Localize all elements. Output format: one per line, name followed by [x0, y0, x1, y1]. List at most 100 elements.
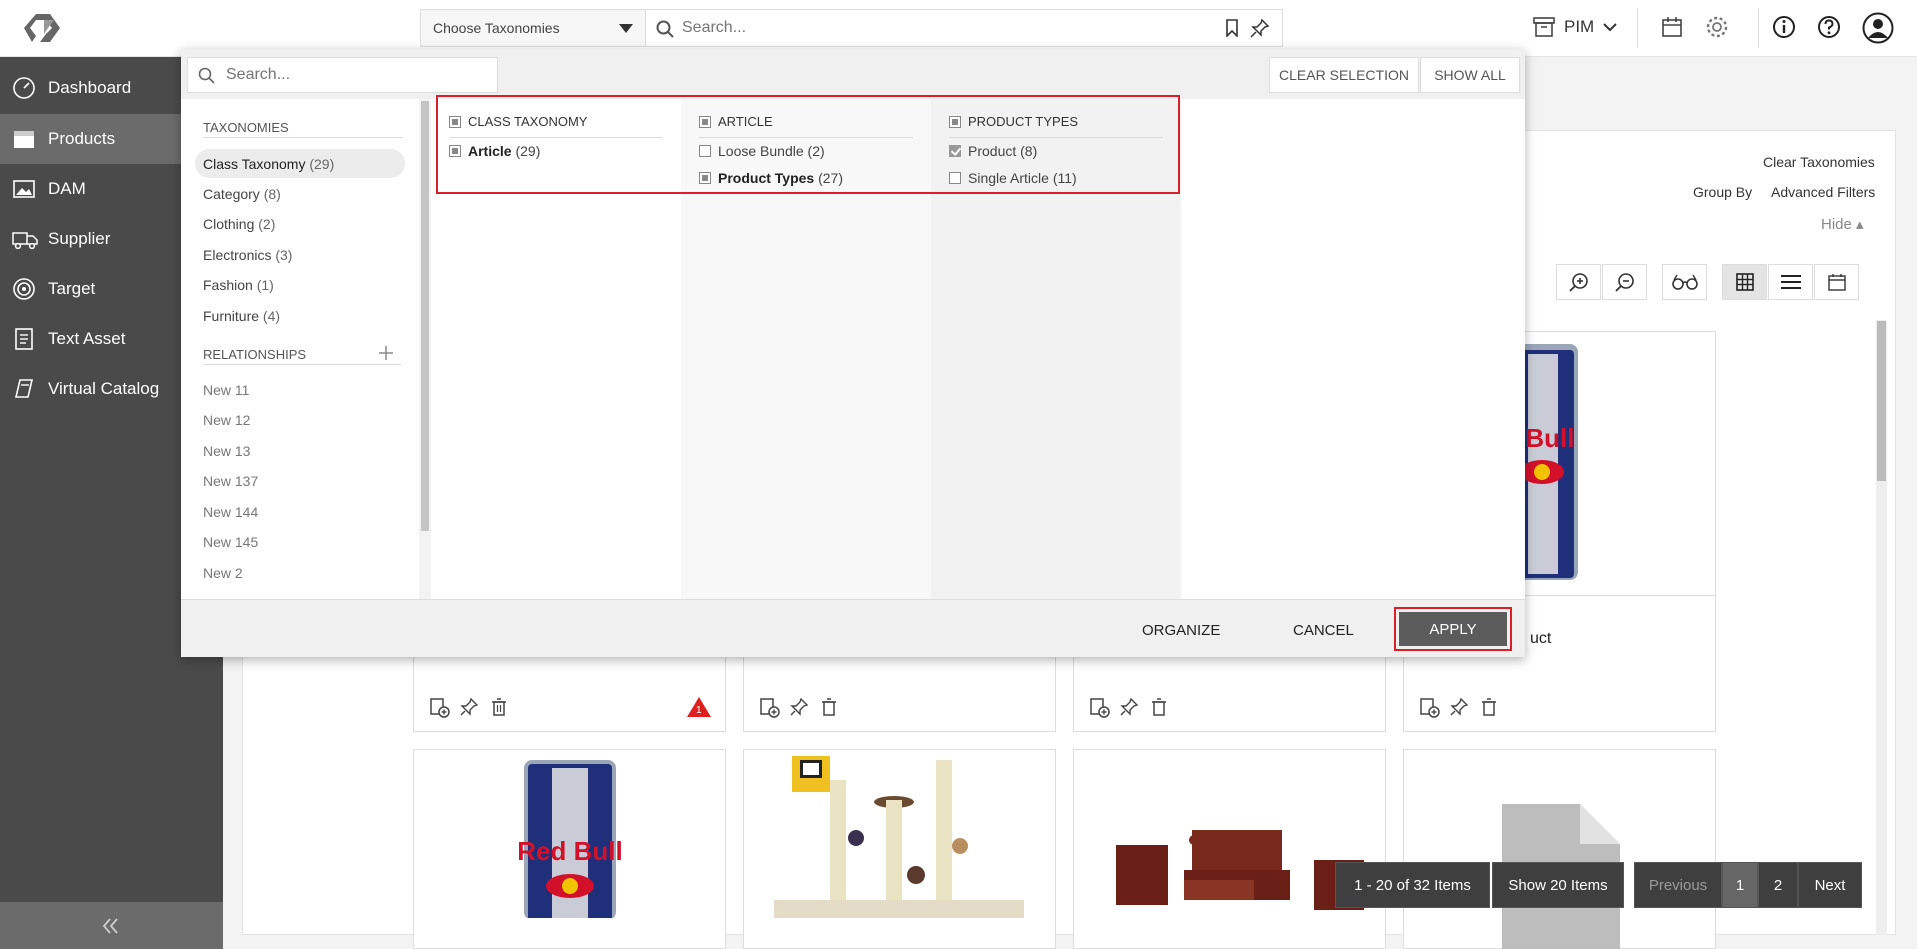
scrollbar-thumb[interactable]: [421, 101, 429, 531]
scrollbar-track[interactable]: [419, 99, 431, 599]
product-card[interactable]: [743, 749, 1056, 949]
checkbox-product-types-heading[interactable]: [949, 116, 961, 128]
checkbox-single-article[interactable]: [949, 172, 961, 184]
sidebar-item-label: Supplier: [48, 229, 111, 248]
trash-icon[interactable]: [491, 698, 507, 716]
product-card[interactable]: Red Bull: [413, 749, 726, 949]
add-to-collection-icon[interactable]: [1090, 698, 1110, 718]
product-card[interactable]: [1073, 749, 1386, 949]
taxonomy-item-fashion[interactable]: Fashion (1): [203, 277, 274, 293]
taxonomy-item-electronics[interactable]: Electronics (3): [203, 247, 292, 263]
trash-icon[interactable]: [1151, 698, 1167, 716]
relationship-item[interactable]: New 13: [203, 443, 250, 459]
sidebar-item-label: Virtual Catalog: [48, 379, 160, 398]
relationship-item[interactable]: New 11: [203, 382, 249, 398]
checkbox-product[interactable]: [949, 145, 961, 157]
taxonomy-item-category[interactable]: Category (8): [203, 186, 281, 202]
option-article[interactable]: Article (29): [468, 143, 540, 159]
user-avatar-icon[interactable]: [1862, 12, 1894, 44]
hide-toggle[interactable]: Hide ▴: [1821, 215, 1864, 233]
page-number: 2: [1773, 876, 1783, 894]
add-to-collection-icon[interactable]: [1420, 698, 1440, 718]
preview-button[interactable]: [1662, 264, 1707, 300]
relationship-item[interactable]: New 12: [203, 412, 250, 428]
previous-page-button[interactable]: Previous: [1634, 862, 1722, 908]
scrollbar-track[interactable]: [1876, 320, 1887, 935]
checkbox-article-heading[interactable]: [699, 116, 711, 128]
option-product[interactable]: Product (8): [968, 143, 1037, 159]
bookmark-icon[interactable]: [1225, 19, 1239, 37]
show-all-button[interactable]: SHOW ALL: [1420, 57, 1520, 93]
divider: [449, 137, 663, 138]
grid-icon: [1735, 273, 1754, 291]
add-to-collection-icon[interactable]: [760, 698, 780, 718]
add-relationship-icon[interactable]: [378, 345, 394, 361]
module-switcher[interactable]: PIM: [1564, 17, 1594, 37]
divider: [1637, 8, 1638, 48]
page-number: 1: [1735, 876, 1745, 894]
pin-icon[interactable]: [790, 698, 808, 716]
chevron-down-icon[interactable]: [1603, 23, 1617, 32]
organize-button[interactable]: ORGANIZE: [1142, 622, 1220, 639]
info-icon[interactable]: [1772, 15, 1796, 39]
pin-icon[interactable]: [1120, 698, 1138, 716]
logo-icon[interactable]: [22, 8, 68, 48]
relationship-item[interactable]: New 2: [203, 565, 243, 581]
taxonomy-name: Category: [203, 186, 260, 202]
sidebar-collapse-button[interactable]: [0, 902, 223, 949]
calendar-grid-icon: [1827, 273, 1846, 291]
cancel-button[interactable]: CANCEL: [1293, 622, 1354, 639]
page-size-select[interactable]: Show 20 Items: [1492, 862, 1624, 908]
taxonomy-item-class-taxonomy[interactable]: Class Taxonomy (29): [203, 156, 334, 172]
relationship-item[interactable]: New 137: [203, 473, 258, 489]
product-card[interactable]: [1403, 749, 1716, 949]
grid-view-button[interactable]: [1722, 264, 1767, 300]
zoom-in-button[interactable]: [1556, 264, 1601, 300]
checkbox-product-types[interactable]: [699, 172, 711, 184]
calendar-view-button[interactable]: [1814, 264, 1859, 300]
advanced-filters-link[interactable]: Advanced Filters: [1771, 184, 1875, 200]
trash-icon[interactable]: [821, 698, 837, 716]
checkbox-article[interactable]: [449, 145, 461, 157]
calendar-icon[interactable]: [1661, 16, 1683, 38]
checkbox-class-taxonomy[interactable]: [449, 116, 461, 128]
pin-icon[interactable]: [1250, 18, 1270, 38]
taxonomy-count: (8): [263, 186, 281, 202]
pagination-range-text: 1 - 20 of 32 Items: [1354, 876, 1471, 894]
option-count: (8): [1020, 143, 1038, 159]
pin-icon[interactable]: [1450, 698, 1468, 716]
add-to-collection-icon[interactable]: [430, 698, 450, 718]
taxonomy-count: (3): [275, 247, 293, 263]
target-icon: [13, 278, 35, 300]
group-by-link[interactable]: Group By: [1693, 184, 1752, 200]
gear-icon[interactable]: [1705, 15, 1729, 39]
taxonomy-item-furniture[interactable]: Furniture (4): [203, 308, 280, 324]
clear-selection-button[interactable]: CLEAR SELECTION: [1269, 57, 1419, 93]
zoom-out-button[interactable]: [1602, 264, 1647, 300]
relationship-item[interactable]: New 145: [203, 534, 258, 550]
option-loose-bundle[interactable]: Loose Bundle (2): [718, 143, 825, 159]
option-single-article[interactable]: Single Article (11): [968, 170, 1077, 186]
next-page-button[interactable]: Next: [1798, 862, 1862, 908]
column-heading: PRODUCT TYPES: [968, 114, 1079, 129]
taxonomy-select[interactable]: Choose Taxonomies: [420, 9, 646, 47]
taxonomy-search-input[interactable]: [226, 64, 486, 86]
pin-icon[interactable]: [460, 698, 478, 716]
list-view-button[interactable]: [1768, 264, 1813, 300]
taxonomies-heading: TAXONOMIES: [203, 120, 289, 135]
clear-taxonomies-link[interactable]: Clear Taxonomies: [1763, 154, 1875, 170]
archive-icon[interactable]: [1533, 16, 1555, 38]
option-product-types[interactable]: Product Types (27): [718, 170, 843, 186]
trash-icon[interactable]: [1481, 698, 1497, 716]
help-icon[interactable]: [1817, 15, 1841, 39]
checkbox-loose-bundle[interactable]: [699, 145, 711, 157]
taxonomy-item-clothing[interactable]: Clothing (2): [203, 216, 275, 232]
page-2-button[interactable]: 2: [1758, 862, 1798, 908]
taxonomy-name: Clothing: [203, 216, 255, 232]
scrollbar-thumb[interactable]: [1877, 321, 1886, 481]
global-search-input[interactable]: [682, 16, 1182, 40]
relationships-heading: RELATIONSHIPS: [203, 347, 307, 362]
page-1-button[interactable]: 1: [1722, 862, 1758, 908]
apply-button[interactable]: APPLY: [1399, 612, 1507, 646]
relationship-item[interactable]: New 144: [203, 504, 258, 520]
